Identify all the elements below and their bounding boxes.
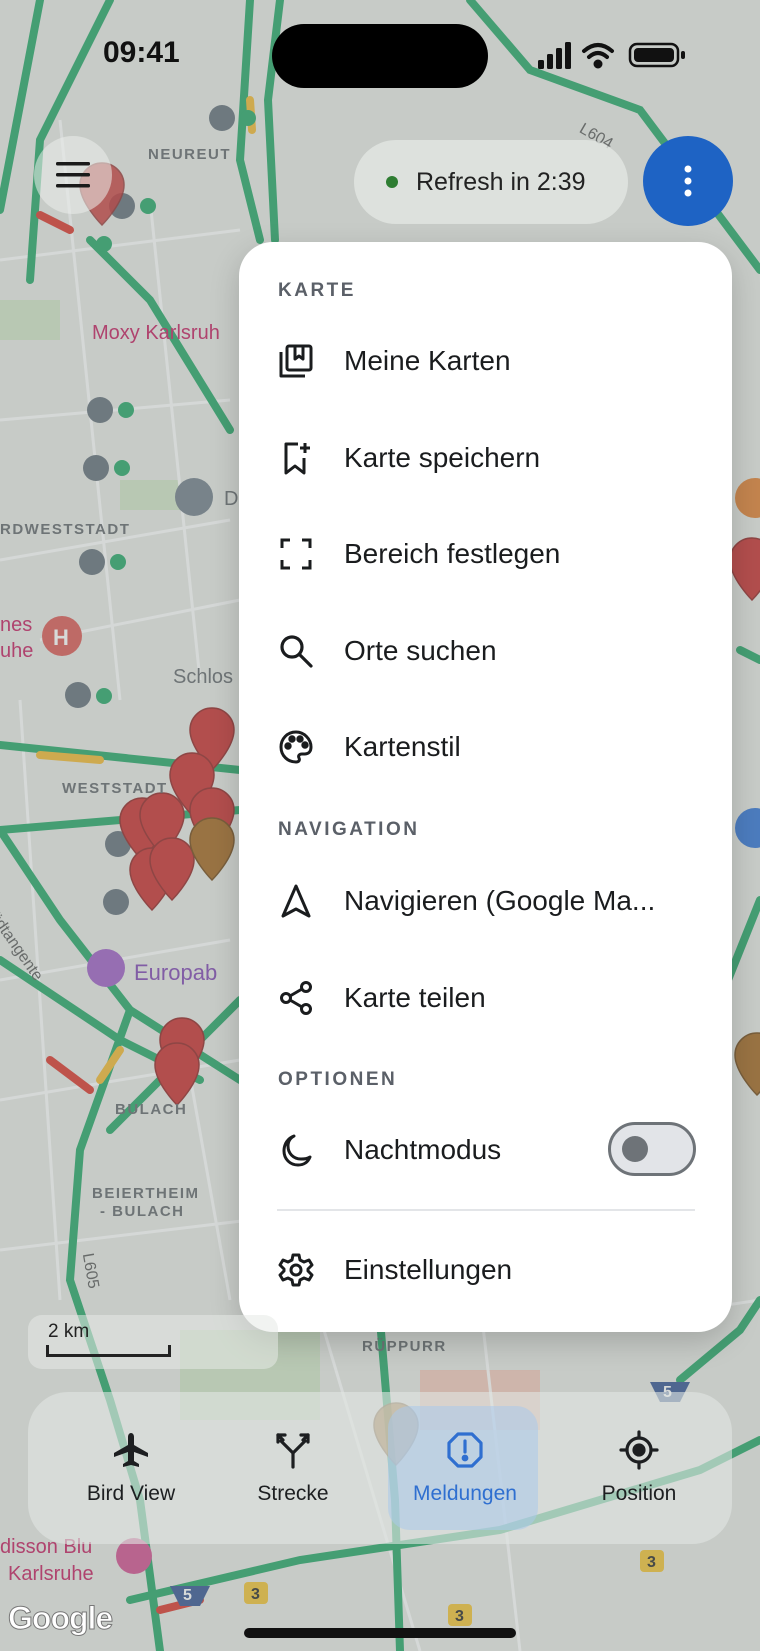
nav-label: Strecke [257,1482,329,1505]
share-icon [276,978,316,1018]
map-scale-label: 2 km [48,1321,90,1342]
menu-item-meine-karten[interactable]: Meine Karten [239,321,732,401]
menu-item-label: Nachtmodus [344,1134,502,1165]
menu-item-karte-teilen[interactable]: Karte teilen [239,958,732,1038]
menu-item-karte-speichern[interactable]: Karte speichern [239,418,732,498]
section-header-karte: KARTE [278,280,356,301]
menu-item-label: Kartenstil [344,731,461,762]
menu-item-navigieren[interactable]: Navigieren (Google Ma... [239,861,732,941]
menu-item-label: Meine Karten [344,345,511,376]
nav-label: Bird View [86,1482,176,1505]
status-icons [538,42,685,69]
menu-item-label: Bereich festlegen [344,538,561,569]
options-menu: KARTE Meine Karten Karte speichern Berei… [239,242,732,1332]
airplane-icon [111,1430,151,1470]
menu-item-kartenstil[interactable]: Kartenstil [239,707,732,787]
hamburger-icon [56,162,90,188]
scale-bar [46,1345,171,1357]
nav-bird-view[interactable]: Bird View [46,1392,216,1544]
moon-icon [276,1130,316,1170]
wifi-icon [582,43,614,69]
map-scale: 2 km [28,1315,278,1369]
more-options-button[interactable] [643,136,733,226]
bookmarks-icon [276,341,316,381]
menu-item-label: Einstellungen [344,1254,513,1285]
menu-divider [277,1209,695,1211]
menu-item-label: Orte suchen [344,635,497,666]
settings-gear-icon [276,1250,316,1290]
alert-icon [445,1430,485,1470]
menu-item-bereich-festlegen[interactable]: Bereich festlegen [239,514,732,594]
more-vertical-icon [684,165,692,197]
menu-item-einstellungen[interactable]: Einstellungen [239,1230,732,1310]
google-attribution[interactable]: Google [7,1600,113,1637]
menu-item-orte-suchen[interactable]: Orte suchen [239,611,732,691]
gps-target-icon [619,1430,659,1470]
refresh-timer[interactable]: Refresh in 2:39 [354,140,628,224]
refresh-timer-label: Refresh in 2:39 [416,167,586,196]
hamburger-menu-button[interactable] [34,136,112,214]
nachtmodus-toggle[interactable] [608,1122,696,1176]
menu-item-label: Karte teilen [344,982,486,1013]
menu-item-label: Karte speichern [344,442,541,473]
signal-icon [538,42,571,69]
dynamic-island [272,24,488,88]
nav-meldungen[interactable]: Meldungen [380,1392,550,1544]
bookmark-add-icon [276,438,316,478]
search-icon [276,631,316,671]
bottom-navigation: Bird View Strecke Meldungen Position [28,1392,732,1544]
toggle-knob [622,1136,648,1162]
menu-item-label: Navigieren (Google Ma... [344,885,656,916]
section-header-navigation: NAVIGATION [278,819,420,840]
nav-label: Position [601,1482,677,1505]
status-dot-icon [386,176,398,188]
crop-free-icon [276,534,316,574]
route-fork-icon [273,1430,313,1470]
nav-position[interactable]: Position [554,1392,724,1544]
battery-icon [628,42,685,68]
section-header-optionen: OPTIONEN [278,1069,398,1090]
nav-label: Meldungen [413,1482,517,1505]
home-indicator[interactable] [244,1628,516,1638]
nav-strecke[interactable]: Strecke [208,1392,378,1544]
navigation-arrow-icon [276,881,316,921]
status-time: 09:41 [103,36,180,69]
palette-icon [276,727,316,767]
